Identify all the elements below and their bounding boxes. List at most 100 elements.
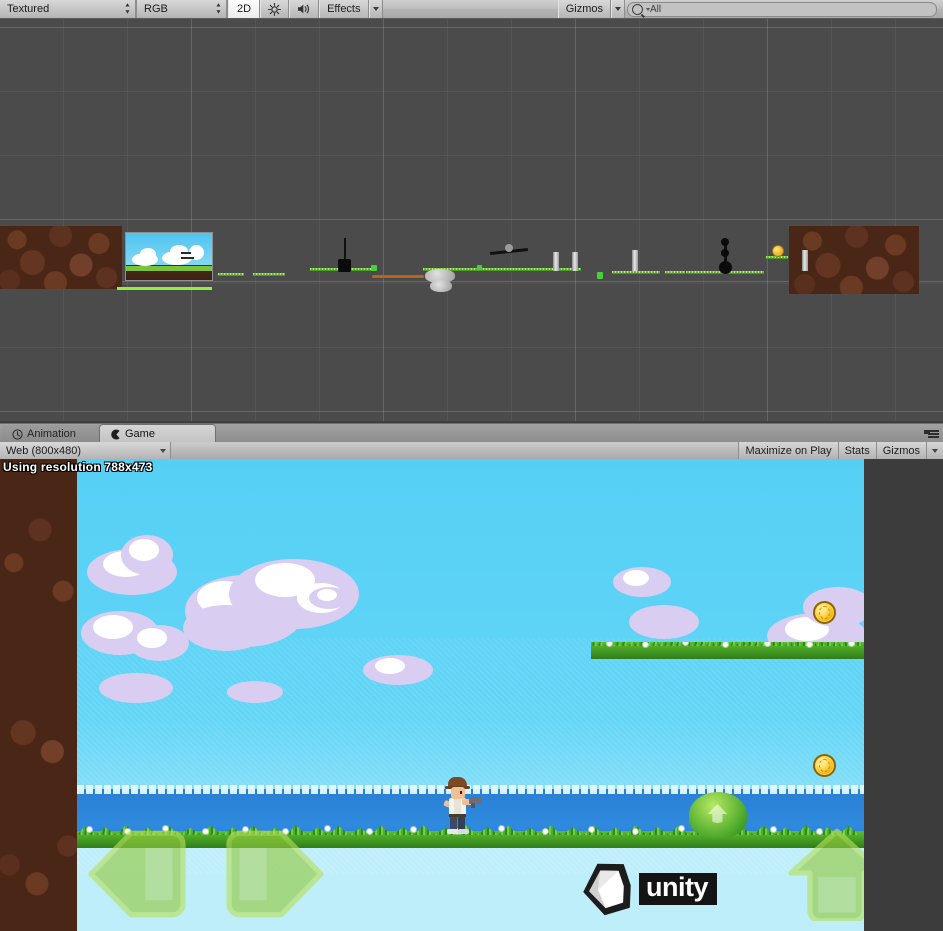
camera-preview[interactable]: [125, 232, 213, 281]
scene-prop-block[interactable]: [338, 259, 351, 272]
color-mode-dropdown[interactable]: RGB ▲ ▼: [137, 0, 227, 18]
scene-lighting-button[interactable]: [260, 0, 290, 18]
scene-platform[interactable]: [253, 273, 285, 287]
coin[interactable]: [813, 601, 836, 624]
tab-animation-label: Animation: [27, 428, 76, 440]
scene-effects-dropdown[interactable]: [368, 0, 383, 18]
jump-button[interactable]: [783, 827, 864, 921]
scene-prop-pillar[interactable]: [572, 252, 578, 271]
search-icon: [632, 4, 643, 15]
cloud: [99, 673, 173, 703]
scene-platform[interactable]: [612, 271, 660, 288]
pane-options-icon[interactable]: [924, 427, 939, 439]
chevron-down-icon: [932, 448, 938, 453]
cloud: [613, 567, 671, 597]
flower: [499, 826, 504, 831]
scene-gizmos-button[interactable]: Gizmos: [557, 0, 611, 18]
arrow-up-icon: [788, 828, 864, 921]
scene-platform[interactable]: [766, 256, 788, 268]
updown-arrows-icon: ▲ ▼: [124, 2, 131, 16]
speaker-icon: [298, 4, 310, 14]
game-gizmos-label: Gizmos: [882, 444, 920, 457]
resolution-overlay: Using resolution 788x473: [3, 460, 153, 474]
scene-prop-rockclump[interactable]: [430, 280, 452, 292]
color-mode-label: RGB: [144, 3, 168, 15]
chevron-down-icon: [615, 7, 621, 11]
scene-prop-chainlink[interactable]: [721, 238, 729, 246]
player-character[interactable]: [442, 777, 481, 835]
flower: [367, 829, 372, 834]
clock-icon: [12, 428, 23, 440]
dock-tab-bar: Animation Game: [0, 423, 943, 443]
scene-search-input[interactable]: All: [627, 2, 937, 17]
flower: [543, 829, 548, 834]
scene-prop-pillar[interactable]: [632, 250, 638, 271]
game-letterbox-left: [0, 459, 77, 931]
scene-rock-block-right[interactable]: [789, 226, 919, 294]
game-toolbar-right: Maximize on Play Stats Gizmos: [738, 442, 943, 459]
move-right-button[interactable]: [221, 827, 329, 921]
scene-search-value: All: [650, 4, 662, 15]
toggle-2d-label: 2D: [237, 3, 252, 15]
scene-bridge[interactable]: [372, 275, 424, 278]
scene-rock-block-left[interactable]: [0, 226, 122, 289]
scene-view[interactable]: [0, 19, 943, 421]
flower: [589, 827, 594, 832]
scene-prop-marker[interactable]: [597, 272, 603, 279]
bush[interactable]: [689, 792, 747, 838]
scene-prop-pillar[interactable]: [553, 252, 559, 271]
updown-arrows-icon: ▲ ▼: [215, 2, 222, 16]
flower: [771, 827, 776, 832]
main-ground: [77, 841, 864, 931]
scene-effects-label: Effects: [327, 3, 361, 15]
scene-gizmos-dropdown[interactable]: [611, 0, 625, 18]
game-icon: [111, 429, 120, 439]
game-view[interactable]: unity Using resolution 788x473: [0, 459, 943, 931]
scene-prop-marker[interactable]: [477, 265, 482, 270]
maximize-on-play-label: Maximize on Play: [745, 444, 832, 457]
scene-platform[interactable]: [218, 273, 244, 287]
flower: [679, 826, 684, 831]
arrow-right-icon: [226, 830, 324, 918]
game-gizmos-dropdown[interactable]: [926, 442, 943, 459]
scene-gizmos-label: Gizmos: [565, 3, 603, 15]
floating-platform[interactable]: [591, 642, 864, 726]
toggle-2d-button[interactable]: 2D: [228, 0, 261, 18]
cloud: [629, 605, 699, 639]
scene-prop-wreckingball[interactable]: [719, 261, 732, 274]
cloud: [227, 681, 283, 703]
game-render-area[interactable]: unity: [77, 459, 864, 931]
scene-prop-pillar[interactable]: [802, 250, 808, 271]
scene-prop-chainlink[interactable]: [721, 249, 729, 257]
draw-mode-dropdown[interactable]: Textured ▲ ▼: [0, 0, 136, 18]
flower: [411, 827, 416, 832]
stats-label: Stats: [844, 444, 870, 457]
scene-prop-marker[interactable]: [371, 265, 377, 271]
scene-prop-ball[interactable]: [505, 244, 513, 252]
tab-game[interactable]: Game: [100, 425, 215, 443]
sun-icon: [268, 2, 282, 16]
tab-game-label: Game: [125, 428, 155, 440]
arrow-left-icon: [88, 830, 186, 918]
game-gizmos-button[interactable]: Gizmos: [875, 442, 926, 459]
flower: [633, 829, 638, 834]
scene-effects-button[interactable]: Effects: [319, 0, 369, 18]
cloud: [121, 535, 173, 575]
move-left-button[interactable]: [83, 827, 191, 921]
unity-logo-icon: [583, 863, 631, 916]
cloud: [129, 625, 189, 661]
scene-prop-coin[interactable]: [772, 245, 784, 257]
game-resolution-dropdown[interactable]: Web (800x480): [0, 442, 171, 459]
tab-animation[interactable]: Animation: [2, 425, 114, 443]
maximize-on-play-button[interactable]: Maximize on Play: [738, 442, 838, 459]
coin[interactable]: [813, 754, 836, 777]
scene-audio-button[interactable]: [289, 0, 320, 18]
scene-grid: [0, 19, 943, 421]
draw-mode-label: Textured: [7, 3, 50, 15]
unity-watermark: unity: [577, 861, 717, 917]
scene-platform[interactable]: [665, 271, 685, 284]
game-resolution-label: Web (800x480): [6, 444, 82, 457]
stats-button[interactable]: Stats: [837, 442, 876, 459]
cloud: [183, 605, 269, 651]
